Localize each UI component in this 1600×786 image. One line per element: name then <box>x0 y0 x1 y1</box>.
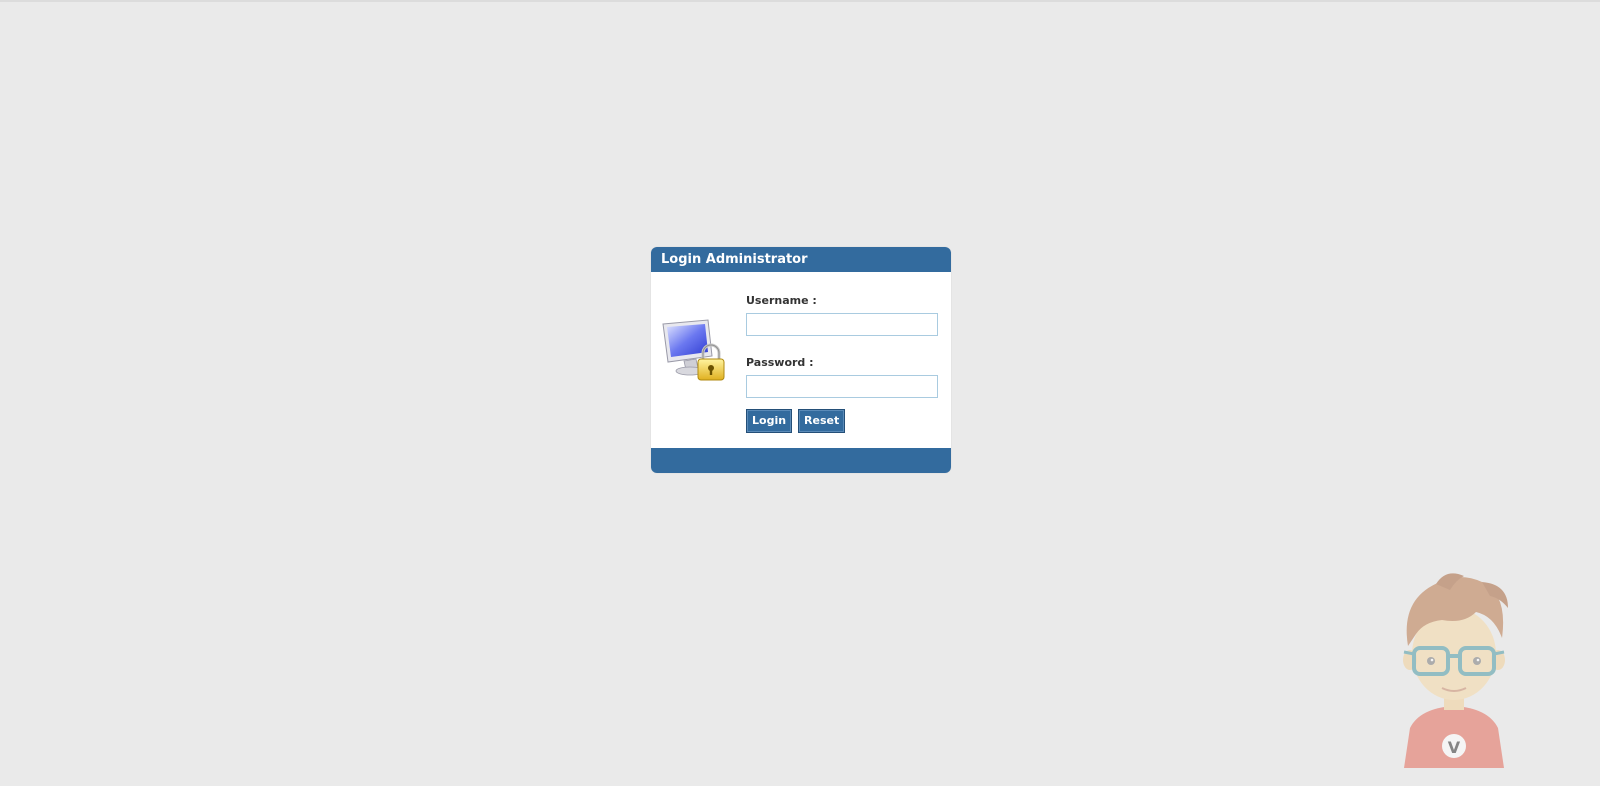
login-body: Username : Password : Login Reset <box>651 272 951 448</box>
login-panel: Login Administrator Username: Password … <box>651 247 951 473</box>
computer-lock-icon <box>662 319 725 381</box>
login-button[interactable]: Login <box>746 409 793 433</box>
top-border <box>0 0 1600 2</box>
password-label: Password : <box>746 356 814 369</box>
mascot-image: V <box>1403 573 1508 768</box>
login-header: Login Administrator <box>651 247 951 272</box>
password-input[interactable] <box>746 375 938 398</box>
login-footer <box>651 448 951 473</box>
svg-text:V: V <box>1448 738 1461 757</box>
username-label: Username : <box>746 294 817 307</box>
reset-button[interactable]: Reset <box>798 409 846 433</box>
login-form: Username : Password : Login Reset <box>746 294 938 433</box>
username-input[interactable] <box>746 313 938 336</box>
login-title: Login Administrator <box>661 252 808 267</box>
button-row: Login Reset <box>746 409 938 433</box>
